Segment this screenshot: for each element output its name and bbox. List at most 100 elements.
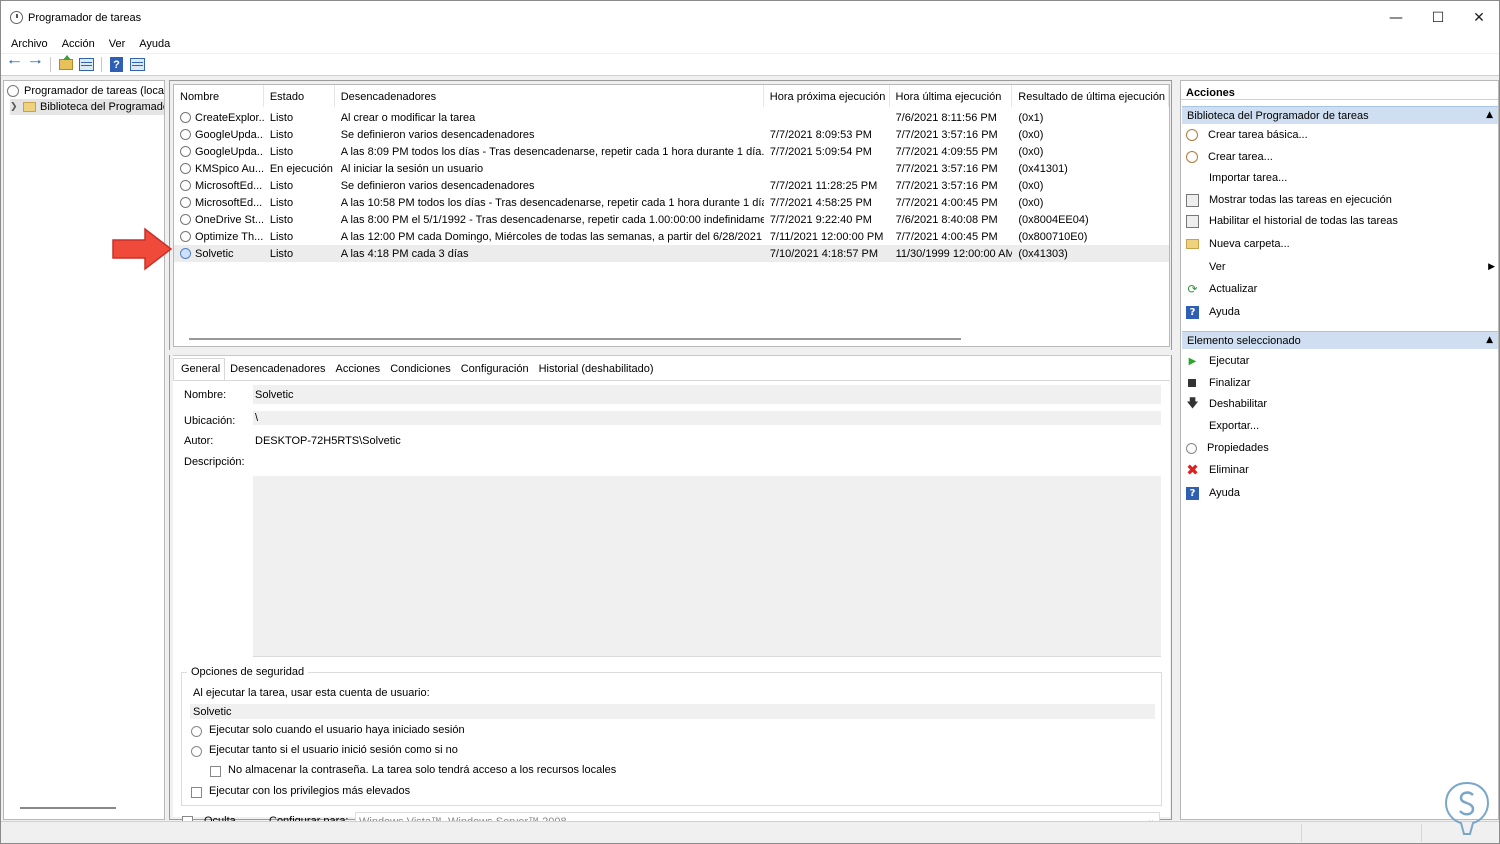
- general-tab-content: Nombre: Solvetic Ubicación: \ Autor: DES…: [173, 380, 1170, 831]
- action-export[interactable]: Exportar...: [1186, 416, 1498, 436]
- task-name: CreateExplor...: [195, 111, 264, 124]
- menu-archivo[interactable]: Archivo: [3, 38, 54, 50]
- close-button[interactable]: ✕: [1456, 1, 1500, 34]
- task-name: KMSpico Au...: [195, 162, 264, 175]
- forward-button[interactable]: 🠂: [27, 53, 44, 73]
- tab-acciones[interactable]: Acciones: [331, 363, 386, 380]
- action-help[interactable]: ? Ayuda: [1186, 302, 1498, 322]
- table-row[interactable]: MicrosoftEd... Listo A las 10:58 PM todos …: [174, 194, 1169, 211]
- action-enable-history[interactable]: Habilitar el historial de todas las tare…: [1186, 211, 1498, 231]
- action-properties[interactable]: Propiedades: [1186, 438, 1498, 458]
- column-desencadenadores[interactable]: Desencadenadores: [335, 85, 764, 107]
- column-estado[interactable]: Estado: [264, 85, 335, 107]
- task-clock-icon: [180, 146, 191, 157]
- action-label: Exportar...: [1209, 420, 1260, 432]
- task-triggers: Al iniciar la sesión un usuario: [340, 162, 484, 175]
- toolbar-separator: [50, 57, 51, 72]
- run-logged-on-radio[interactable]: [191, 726, 202, 737]
- name-field[interactable]: Solvetic: [253, 385, 1161, 404]
- toolbar: 🠀 🠂 ?: [1, 53, 1499, 76]
- action-create-task[interactable]: Crear tarea...: [1186, 147, 1498, 167]
- title-bar: Programador de tareas — ☐ ✕: [1, 1, 1499, 34]
- task-triggers: Se definieron varios desencadenadores: [340, 179, 535, 192]
- task-triggers: A las 8:00 PM el 5/1/1992 - Tras desenca…: [340, 213, 764, 226]
- task-list-horizontal-scrollbar[interactable]: [189, 338, 961, 340]
- menu-accion[interactable]: Acción: [54, 38, 101, 50]
- task-name: MicrosoftEd...: [195, 179, 263, 192]
- up-folder-button[interactable]: [57, 55, 74, 73]
- tab-desencadenadores[interactable]: Desencadenadores: [225, 363, 330, 380]
- action-create-basic-task[interactable]: Crear tarea básica...: [1186, 125, 1498, 145]
- column-resultado[interactable]: Resultado de última ejecución: [1012, 85, 1169, 107]
- task-state: Listo: [269, 196, 294, 209]
- action-delete[interactable]: ✖ Eliminar: [1186, 460, 1498, 480]
- task-state: Listo: [269, 213, 294, 226]
- action-import-task[interactable]: Importar tarea...: [1186, 168, 1498, 188]
- no-store-password-checkbox[interactable]: [210, 766, 221, 777]
- description-field[interactable]: [253, 476, 1161, 657]
- column-hora-ultima[interactable]: Hora última ejecución: [890, 85, 1013, 107]
- tree-horizontal-scrollbar[interactable]: [20, 807, 116, 809]
- minimize-button[interactable]: —: [1373, 1, 1419, 34]
- action-show-running[interactable]: Mostrar todas las tareas en ejecución: [1186, 190, 1498, 210]
- clock-task-icon: [1186, 151, 1198, 163]
- table-row[interactable]: OneDrive St... Listo A las 8:00 PM el 5/1/…: [174, 211, 1169, 228]
- action-view[interactable]: Ver ▶: [1186, 257, 1498, 277]
- tree-root-label: Programador de tareas (local): [24, 85, 165, 97]
- column-nombre[interactable]: Nombre: [174, 85, 264, 107]
- show-hide-action-pane-button[interactable]: [129, 56, 146, 73]
- task-clock-icon: [180, 197, 191, 208]
- section-selected-label: Elemento seleccionado: [1187, 335, 1301, 347]
- table-row[interactable]: MicrosoftEd... Listo Se definieron varios …: [174, 177, 1169, 194]
- highest-privileges-checkbox[interactable]: [191, 787, 202, 798]
- task-name-cell: KMSpico Au...: [174, 163, 264, 175]
- task-clock-icon: [180, 248, 191, 259]
- help-button[interactable]: ?: [108, 56, 125, 73]
- security-options-title: Opciones de seguridad: [187, 666, 309, 678]
- tab-general[interactable]: General: [173, 358, 226, 380]
- task-last-run: 7/7/2021 4:00:45 PM: [895, 196, 998, 209]
- menu-ayuda[interactable]: Ayuda: [131, 38, 176, 50]
- table-row[interactable]: CreateExplor... Listo Al crear o modificar…: [174, 109, 1169, 126]
- task-last-run: 7/7/2021 3:57:16 PM: [895, 128, 998, 141]
- table-row[interactable]: KMSpico Au... En ejecución Al iniciar la s…: [174, 160, 1169, 177]
- column-hora-proxima[interactable]: Hora próxima ejecución: [764, 85, 890, 107]
- maximize-button[interactable]: ☐: [1415, 1, 1461, 34]
- account-label: Al ejecutar la tarea, usar esta cuenta d…: [193, 687, 430, 699]
- stop-icon: [1188, 379, 1196, 387]
- tree-root[interactable]: Programador de tareas (local): [7, 83, 165, 99]
- action-label: Importar tarea...: [1209, 172, 1288, 184]
- run-whether-logged-radio[interactable]: [191, 746, 202, 757]
- task-last-run: 7/6/2021 8:40:08 PM: [895, 213, 998, 226]
- show-hide-tree-button[interactable]: [78, 56, 95, 73]
- task-last-run: 7/7/2021 4:09:55 PM: [895, 145, 998, 158]
- tab-historial[interactable]: Historial (deshabilitado): [534, 363, 659, 380]
- tab-condiciones[interactable]: Condiciones: [385, 363, 456, 380]
- section-library[interactable]: Biblioteca del Programador de tareas ▲: [1182, 106, 1498, 124]
- tab-configuracion[interactable]: Configuración: [456, 363, 534, 380]
- action-run[interactable]: ▶ Ejecutar: [1186, 351, 1498, 371]
- tree-library[interactable]: ❯ Biblioteca del Programador de tareas: [10, 99, 164, 115]
- table-row[interactable]: Optimize Th... Listo A las 12:00 PM cada D…: [174, 228, 1169, 245]
- task-last-result: (0x800710E0): [1018, 230, 1088, 243]
- menu-ver[interactable]: Ver: [101, 38, 132, 50]
- action-end[interactable]: Finalizar: [1186, 373, 1498, 393]
- task-next-run: 7/10/2021 4:18:57 PM: [769, 247, 879, 260]
- collapse-icon[interactable]: ▲: [1486, 110, 1493, 120]
- section-selected-item[interactable]: Elemento seleccionado ▲: [1182, 331, 1498, 349]
- action-new-folder[interactable]: Nueva carpeta...: [1186, 234, 1498, 254]
- back-button[interactable]: 🠀: [6, 53, 23, 73]
- action-label: Ayuda: [1209, 487, 1240, 499]
- task-list: Nombre Estado Desencadenadores Hora próx…: [173, 84, 1170, 347]
- table-row[interactable]: GoogleUpda... Listo A las 8:09 PM todos lo…: [174, 143, 1169, 160]
- table-row[interactable]: GoogleUpda... Listo Se definieron varios d…: [174, 126, 1169, 143]
- description-label: Descripción:: [184, 456, 245, 468]
- action-refresh[interactable]: ⟳ Actualizar: [1186, 279, 1498, 299]
- chevron-right-icon[interactable]: ❯: [10, 102, 20, 112]
- task-triggers: Al crear o modificar la tarea: [340, 111, 476, 124]
- action-help-selected[interactable]: ? Ayuda: [1186, 483, 1498, 503]
- action-label: Finalizar: [1209, 377, 1251, 389]
- action-disable[interactable]: 🡇 Deshabilitar: [1186, 394, 1498, 414]
- collapse-icon[interactable]: ▲: [1486, 335, 1493, 345]
- table-row[interactable]: Solvetic Listo A las 4:18 PM cada 3 días 7/…: [174, 245, 1169, 262]
